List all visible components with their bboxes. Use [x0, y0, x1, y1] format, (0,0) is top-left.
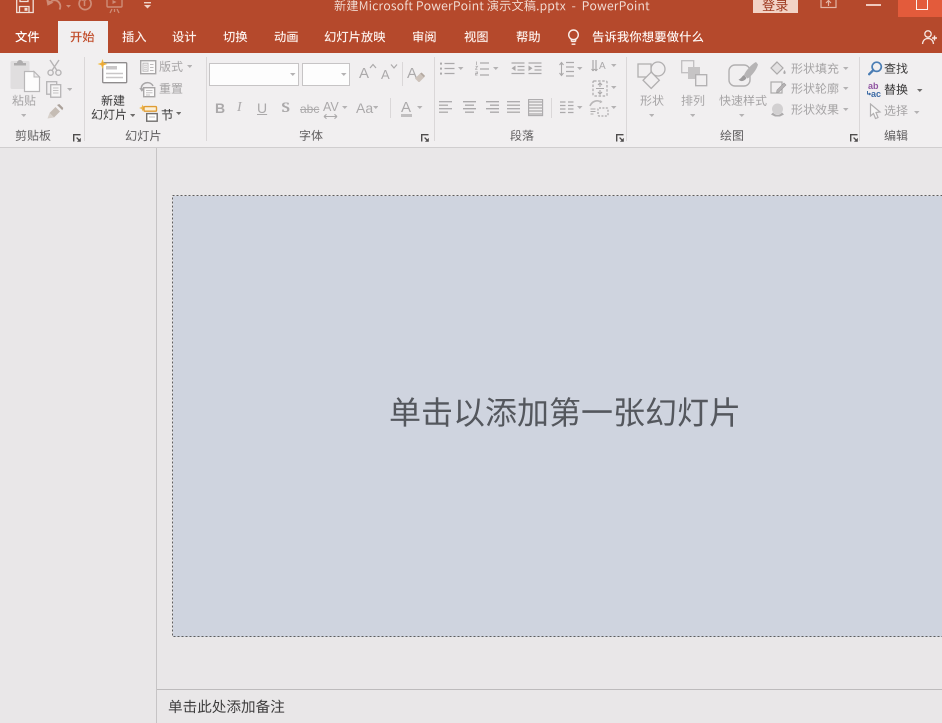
svg-text:A: A [599, 61, 606, 72]
svg-text:ac: ac [871, 89, 881, 98]
